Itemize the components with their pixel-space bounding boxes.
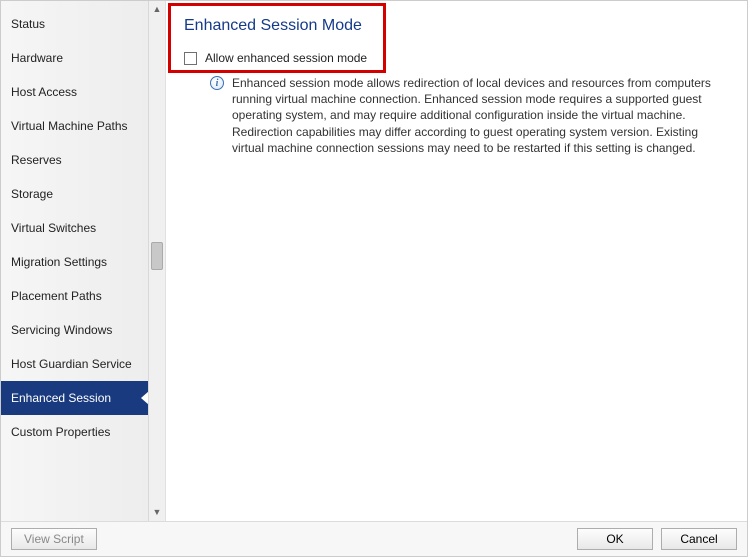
- sidebar-item-host-access[interactable]: Host Access: [1, 75, 148, 109]
- sidebar-item-custom-properties[interactable]: Custom Properties: [1, 415, 148, 449]
- sidebar-item-label: Servicing Windows: [11, 323, 112, 337]
- info-row: i Enhanced session mode allows redirecti…: [178, 73, 731, 156]
- sidebar: Status Hardware Host Access Virtual Machine…: [1, 1, 148, 521]
- cancel-button[interactable]: Cancel: [661, 528, 737, 550]
- sidebar-item-label: Reserves: [11, 153, 62, 167]
- sidebar-item-label: Virtual Machine Paths: [11, 119, 128, 133]
- view-script-button[interactable]: View Script: [11, 528, 97, 550]
- section-heading: Enhanced Session Mode: [178, 13, 731, 51]
- scroll-down-arrow-icon[interactable]: ▼: [153, 504, 162, 521]
- sidebar-item-label: Host Access: [11, 85, 77, 99]
- scroll-thumb[interactable]: [151, 242, 163, 270]
- sidebar-item-label: Placement Paths: [11, 289, 102, 303]
- dialog-body: Status Hardware Host Access Virtual Machine…: [1, 1, 747, 521]
- sidebar-item-label: Storage: [11, 187, 53, 201]
- sidebar-item-hardware[interactable]: Hardware: [1, 41, 148, 75]
- sidebar-item-virtual-switches[interactable]: Virtual Switches: [1, 211, 148, 245]
- settings-dialog: Status Hardware Host Access Virtual Machine…: [0, 0, 748, 557]
- allow-enhanced-session-label: Allow enhanced session mode: [205, 51, 367, 65]
- sidebar-item-enhanced-session[interactable]: Enhanced Session: [1, 381, 148, 415]
- sidebar-item-label: Enhanced Session: [11, 391, 111, 405]
- sidebar-item-label: Custom Properties: [11, 425, 110, 439]
- ok-button[interactable]: OK: [577, 528, 653, 550]
- sidebar-item-label: Virtual Switches: [11, 221, 96, 235]
- sidebar-item-placement-paths[interactable]: Placement Paths: [1, 279, 148, 313]
- info-text: Enhanced session mode allows redirection…: [232, 75, 723, 156]
- dialog-footer: View Script OK Cancel: [1, 521, 747, 556]
- sidebar-item-reserves[interactable]: Reserves: [1, 143, 148, 177]
- scroll-track[interactable]: [149, 18, 165, 504]
- sidebar-item-storage[interactable]: Storage: [1, 177, 148, 211]
- sidebar-item-migration-settings[interactable]: Migration Settings: [1, 245, 148, 279]
- info-icon: i: [210, 76, 224, 90]
- sidebar-item-label: Hardware: [11, 51, 63, 65]
- content-pane: Enhanced Session Mode Allow enhanced ses…: [166, 1, 747, 521]
- sidebar-item-label: Host Guardian Service: [11, 357, 132, 371]
- allow-enhanced-session-checkbox[interactable]: [184, 52, 197, 65]
- sidebar-scrollbar[interactable]: ▲ ▼: [148, 1, 165, 521]
- sidebar-item-label: Migration Settings: [11, 255, 107, 269]
- sidebar-item-host-guardian-service[interactable]: Host Guardian Service: [1, 347, 148, 381]
- sidebar-container: Status Hardware Host Access Virtual Machine…: [1, 1, 166, 521]
- sidebar-item-virtual-machine-paths[interactable]: Virtual Machine Paths: [1, 109, 148, 143]
- scroll-up-arrow-icon[interactable]: ▲: [153, 1, 162, 18]
- sidebar-item-servicing-windows[interactable]: Servicing Windows: [1, 313, 148, 347]
- sidebar-item-status[interactable]: Status: [1, 7, 148, 41]
- allow-enhanced-session-row[interactable]: Allow enhanced session mode: [178, 51, 731, 73]
- sidebar-item-label: Status: [11, 17, 45, 31]
